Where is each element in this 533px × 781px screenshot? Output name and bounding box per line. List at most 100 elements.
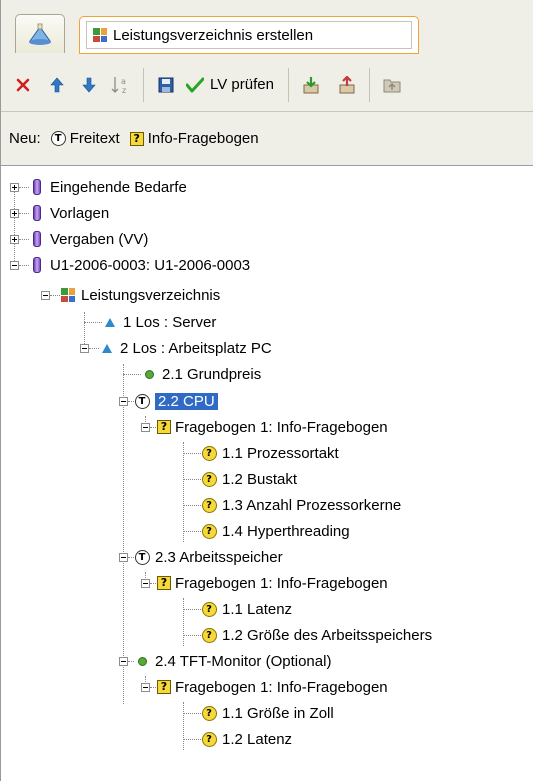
node-label: Fragebogen 1: Info-Fragebogen bbox=[175, 418, 388, 436]
save-button[interactable] bbox=[152, 70, 180, 100]
tree-node-eingehende-bedarfe[interactable]: Eingehende Bedarfe bbox=[10, 176, 187, 198]
questionnaire-icon: ? bbox=[156, 679, 172, 695]
tree-node-los-2[interactable]: 2 Los : Arbeitsplatz PC bbox=[80, 337, 272, 359]
question-icon: ? bbox=[201, 523, 217, 539]
arrow-down-icon bbox=[82, 77, 96, 92]
node-label: 1.2 Latenz bbox=[222, 730, 293, 748]
lv-pruefen-button[interactable]: LV prüfen bbox=[180, 68, 280, 102]
tree-node-grundpreis[interactable]: 2.1 Grundpreis bbox=[123, 363, 261, 385]
tree-node-u1-2006-0003[interactable]: U1-2006-0003: U1-2006-0003 bbox=[10, 254, 250, 276]
database-icon bbox=[29, 205, 45, 221]
tree-node-question[interactable]: ? 1.2 Bustakt bbox=[183, 468, 297, 490]
tree-node-question[interactable]: ? 1.2 Größe des Arbeitsspeichers bbox=[183, 624, 432, 646]
node-label: 2 Los : Arbeitsplatz PC bbox=[120, 339, 272, 357]
collapse-icon[interactable] bbox=[10, 260, 19, 270]
collapse-icon[interactable] bbox=[141, 578, 150, 588]
node-label: 2.1 Grundpreis bbox=[162, 365, 262, 383]
position-dot-icon bbox=[134, 653, 150, 669]
collapse-icon[interactable] bbox=[141, 682, 150, 692]
text-icon: T bbox=[134, 549, 150, 565]
expand-icon[interactable] bbox=[10, 182, 19, 192]
node-label-selected: 2.2 CPU bbox=[155, 392, 218, 410]
question-icon: ? bbox=[201, 705, 217, 721]
tree-node-leistungsverzeichnis[interactable]: Leistungsverzeichnis bbox=[41, 284, 220, 306]
node-label: 1.4 Hyperthreading bbox=[222, 522, 350, 540]
collapse-icon[interactable] bbox=[41, 290, 50, 300]
collapse-icon[interactable] bbox=[119, 396, 128, 406]
tree-node-fragebogen-cpu[interactable]: ? Fragebogen 1: Info-Fragebogen bbox=[141, 416, 388, 438]
question-icon: ? bbox=[201, 471, 217, 487]
database-icon bbox=[29, 257, 45, 273]
question-icon: ? bbox=[201, 601, 217, 617]
node-label: 1.1 Latenz bbox=[222, 600, 293, 618]
export-button[interactable] bbox=[333, 70, 361, 100]
node-label: 1.3 Anzahl Prozessorkerne bbox=[222, 496, 402, 514]
sort-button[interactable]: a z bbox=[107, 70, 135, 100]
tree-node-question[interactable]: ? 1.3 Anzahl Prozessorkerne bbox=[183, 494, 401, 516]
tree-node-question[interactable]: ? 1.4 Hyperthreading bbox=[183, 520, 350, 542]
tab-label: Leistungsverzeichnis erstellen bbox=[113, 26, 314, 44]
questionnaire-icon: ? bbox=[129, 131, 144, 146]
database-icon bbox=[29, 179, 45, 195]
new-fragebogen-button[interactable]: ? Info-Fragebogen bbox=[129, 130, 259, 147]
question-icon: ? bbox=[201, 731, 217, 747]
node-label: Vergaben (VV) bbox=[50, 230, 149, 248]
node-label: Fragebogen 1: Info-Fragebogen bbox=[175, 678, 388, 696]
toolbar-separator bbox=[287, 67, 289, 102]
tree-node-los-1[interactable]: 1 Los : Server bbox=[84, 311, 216, 333]
tree-node-vergaben[interactable]: Vergaben (VV) bbox=[10, 228, 148, 250]
tab-leistungsverzeichnis[interactable]: Leistungsverzeichnis erstellen bbox=[79, 16, 419, 54]
los-icon bbox=[102, 314, 118, 330]
delete-icon bbox=[16, 78, 30, 91]
tree-node-question[interactable]: ? 1.2 Latenz bbox=[183, 728, 292, 750]
svg-text:a: a bbox=[121, 77, 126, 86]
los-icon bbox=[99, 340, 115, 356]
leistungsverzeichnis-icon bbox=[60, 287, 76, 303]
collapse-icon[interactable] bbox=[119, 656, 128, 666]
move-down-button[interactable] bbox=[75, 70, 103, 100]
collapse-icon[interactable] bbox=[141, 422, 150, 432]
home-tab-icon bbox=[29, 23, 51, 45]
move-up-button[interactable] bbox=[43, 70, 71, 100]
tree-node-fragebogen-tft[interactable]: ? Fragebogen 1: Info-Fragebogen bbox=[141, 676, 388, 698]
node-label: Leistungsverzeichnis bbox=[81, 286, 221, 304]
node-label: 1 Los : Server bbox=[123, 313, 217, 331]
question-icon: ? bbox=[201, 497, 217, 513]
tab-home[interactable] bbox=[15, 14, 65, 53]
freitext-label: Freitext bbox=[69, 130, 120, 147]
leistungsverzeichnis-tab-icon bbox=[93, 28, 107, 42]
toolbar-separator bbox=[368, 67, 370, 102]
tree-node-tft-monitor[interactable]: 2.4 TFT-Monitor (Optional) bbox=[119, 650, 331, 672]
folder-up-button[interactable] bbox=[378, 70, 406, 100]
tree-node-cpu[interactable]: T 2.2 CPU bbox=[119, 390, 218, 412]
question-icon: ? bbox=[201, 627, 217, 643]
questionnaire-icon: ? bbox=[156, 419, 172, 435]
import-icon bbox=[303, 76, 319, 93]
import-button[interactable] bbox=[297, 70, 325, 100]
expand-icon[interactable] bbox=[10, 208, 19, 218]
node-label: Eingehende Bedarfe bbox=[50, 178, 187, 196]
tree-node-fragebogen-arbeitsspeicher[interactable]: ? Fragebogen 1: Info-Fragebogen bbox=[141, 572, 388, 594]
new-items-bar: Neu: T Freitext ? Info-Fragebogen bbox=[1, 112, 533, 166]
tree-node-vorlagen[interactable]: Vorlagen bbox=[10, 202, 109, 224]
node-label: 1.2 Bustakt bbox=[222, 470, 298, 488]
tree-node-question[interactable]: ? 1.1 Größe in Zoll bbox=[183, 702, 334, 724]
delete-button[interactable] bbox=[9, 70, 37, 100]
new-freitext-button[interactable]: T Freitext bbox=[50, 130, 120, 147]
collapse-icon[interactable] bbox=[80, 343, 89, 353]
node-label: Fragebogen 1: Info-Fragebogen bbox=[175, 574, 388, 592]
tree-node-question[interactable]: ? 1.1 Latenz bbox=[183, 598, 292, 620]
expand-icon[interactable] bbox=[10, 234, 19, 244]
export-icon bbox=[339, 75, 355, 93]
tree-view: Eingehende Bedarfe Vorlagen Vergaben (VV… bbox=[1, 167, 533, 781]
node-label: 1.1 Prozessortakt bbox=[222, 444, 339, 462]
toolbar-separator bbox=[143, 67, 144, 102]
tree-node-arbeitsspeicher[interactable]: T 2.3 Arbeitsspeicher bbox=[119, 546, 283, 568]
checkmark-icon bbox=[186, 77, 204, 92]
fragebogen-label: Info-Fragebogen bbox=[147, 130, 259, 147]
lv-pruefen-label: LV prüfen bbox=[210, 76, 274, 93]
node-label: U1-2006-0003: U1-2006-0003 bbox=[50, 256, 251, 274]
toolbar: a z LV prüfen bbox=[1, 58, 533, 112]
collapse-icon[interactable] bbox=[119, 552, 128, 562]
tree-node-question[interactable]: ? 1.1 Prozessortakt bbox=[183, 442, 339, 464]
